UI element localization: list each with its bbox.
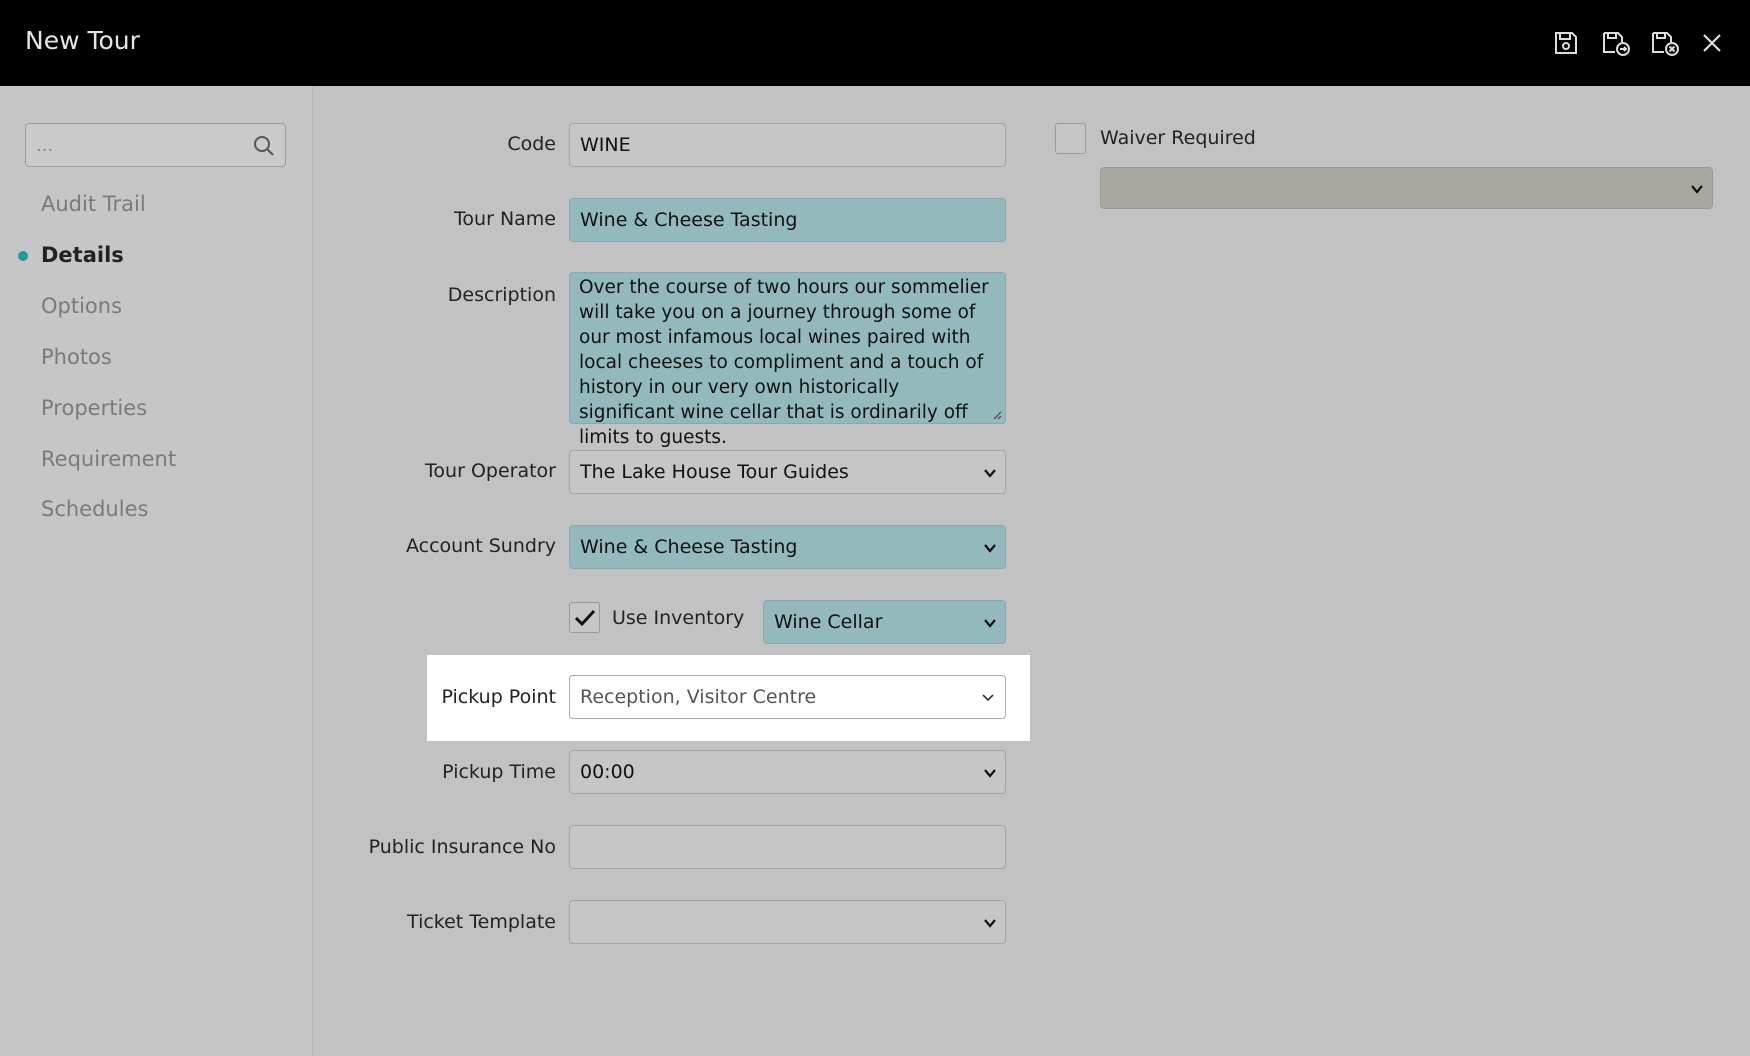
account-sundry-label: Account Sundry [405,535,556,557]
save-icon[interactable] [1551,28,1581,58]
account-sundry-select[interactable]: Wine & Cheese Tasting [569,525,1006,569]
public-insurance-label: Public Insurance No [368,836,556,858]
pickup-point-value: Reception, Visitor Centre [580,686,817,708]
chevron-down-icon [984,919,996,928]
use-inventory-label: Use Inventory [612,607,745,629]
window-title: New Tour [25,26,140,55]
waiver-required-checkbox[interactable] [1055,123,1086,154]
tour-operator-label: Tour Operator [425,460,556,482]
code-input[interactable]: WINE [569,123,1006,167]
sidebar-item-schedules[interactable]: Schedules [41,497,148,521]
title-bar: New Tour [0,0,1750,86]
ticket-template-select[interactable] [569,900,1006,944]
chevron-down-icon [1691,185,1703,194]
search-icon[interactable] [253,135,275,157]
inventory-location-select[interactable]: Wine Cellar [763,600,1006,644]
inventory-location-value: Wine Cellar [774,611,883,633]
chevron-down-icon [984,469,996,478]
sidebar-item-audit-trail[interactable]: Audit Trail [41,192,146,216]
pickup-point-label: Pickup Point [441,686,556,708]
sidebar-item-requirement[interactable]: Requirement [41,447,176,471]
search-input[interactable] [26,124,246,166]
waiver-select[interactable] [1100,167,1713,209]
save-and-close-icon[interactable] [1650,28,1680,58]
description-text: Over the course of two hours our sommeli… [579,277,989,448]
description-textarea[interactable]: Over the course of two hours our sommeli… [569,272,1006,448]
description-label: Description [447,284,556,306]
tour-operator-select[interactable]: The Lake House Tour Guides [569,450,1006,494]
sidebar-item-details[interactable]: Details [41,243,124,267]
tour-operator-value: The Lake House Tour Guides [580,461,849,483]
use-inventory-checkbox[interactable] [569,602,600,633]
public-insurance-input[interactable] [569,825,1006,869]
sidebar-item-photos[interactable]: Photos [41,345,112,369]
save-and-new-icon[interactable] [1601,28,1631,58]
tour-name-label: Tour Name [454,208,556,230]
pickup-time-value: 00:00 [580,761,635,783]
chevron-down-icon [982,694,994,702]
sidebar-search[interactable] [25,123,286,167]
waiver-required-label: Waiver Required [1100,127,1256,149]
ticket-template-label: Ticket Template [407,911,556,933]
account-sundry-value: Wine & Cheese Tasting [580,536,798,558]
sidebar-item-options[interactable]: Options [41,294,122,318]
pickup-point-select[interactable]: Reception, Visitor Centre [569,675,1006,719]
pickup-time-label: Pickup Time [442,761,556,783]
chevron-down-icon [984,544,996,553]
resize-grip-icon[interactable] [992,410,1002,420]
active-indicator-dot [18,251,28,261]
checkmark-icon [574,609,596,627]
tour-name-input[interactable]: Wine & Cheese Tasting [569,198,1006,242]
sidebar-item-properties[interactable]: Properties [41,396,147,420]
code-label: Code [507,133,556,155]
close-icon[interactable] [1697,28,1727,58]
chevron-down-icon [984,619,996,628]
chevron-down-icon [984,769,996,778]
sidebar: Audit Trail Details Options Photos Prope… [0,86,313,1056]
pickup-time-select[interactable]: 00:00 [569,750,1006,794]
